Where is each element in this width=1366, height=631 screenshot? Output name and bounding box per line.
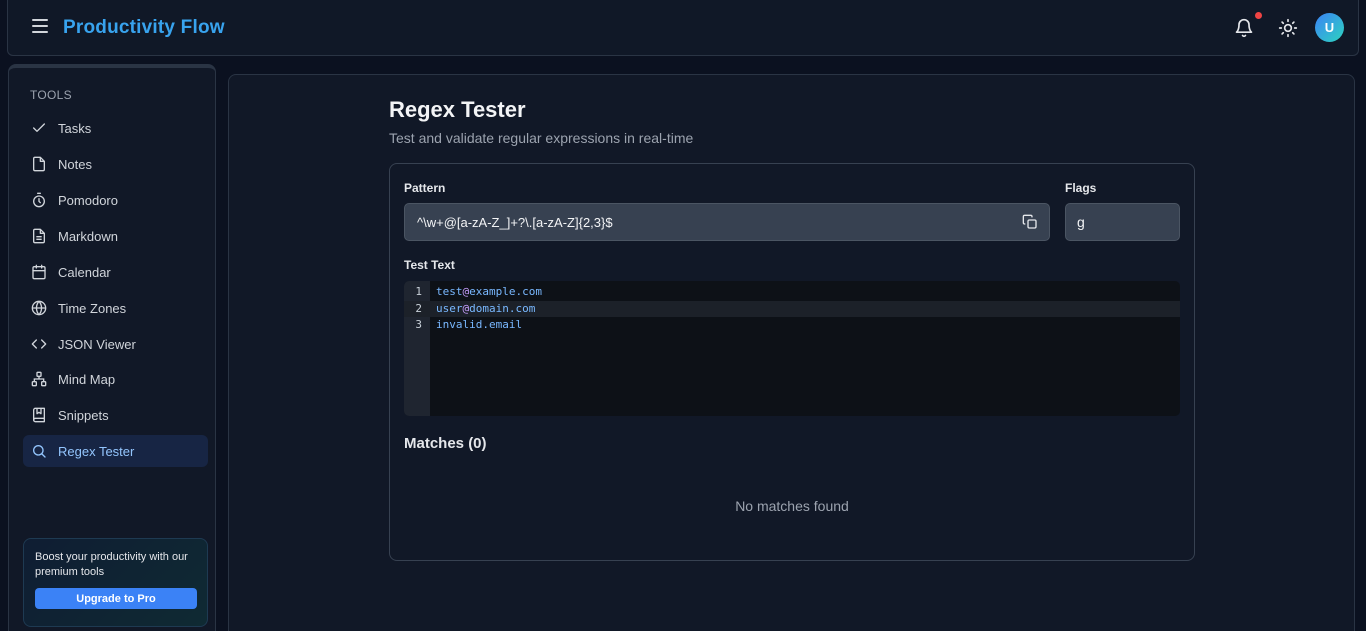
code-line: 1 test@example.com [404,284,1180,300]
flags-label: Flags [1065,181,1097,195]
regex-card: Pattern Flags Test Text 1 test@example.c… [389,163,1195,561]
flags-input[interactable] [1065,203,1180,241]
file-icon [31,156,47,172]
sidebar-item-label: Notes [58,156,92,172]
code-line: 3 invalid.email [404,317,1180,333]
page-subtitle: Test and validate regular expressions in… [389,130,694,146]
sidebar-item-label: JSON Viewer [58,336,136,352]
sidebar-item-notes[interactable]: Notes [23,148,208,180]
book-icon [31,407,47,423]
code-icon [31,336,47,352]
globe-icon [31,300,47,316]
app-title[interactable]: Productivity Flow [63,17,225,39]
main-panel: Regex Tester Test and validate regular e… [228,74,1355,631]
code-line-current: 2 user@domain.com [404,301,1180,317]
line-number: 2 [415,302,422,315]
calendar-icon [31,264,47,280]
no-matches-message: No matches found [735,498,849,514]
sidebar-item-markdown[interactable]: Markdown [23,220,208,252]
pattern-label: Pattern [404,181,446,195]
sidebar-item-label: Snippets [58,407,109,423]
sidebar-item-tasks[interactable]: Tasks [23,112,208,144]
sidebar-item-label: Pomodoro [58,192,118,208]
bell-icon[interactable] [1234,18,1254,38]
search-icon [31,443,47,459]
copy-icon[interactable] [1022,214,1038,230]
sidebar-item-label: Markdown [58,228,118,244]
sidebar-section-label: TOOLS [30,88,72,102]
file-text-icon [31,228,47,244]
sidebar-item-label: Calendar [58,264,111,280]
test-text-editor[interactable]: 1 test@example.com 2 user@domain.com 3 i… [404,281,1180,416]
sidebar-item-label: Mind Map [58,371,116,387]
sun-icon[interactable] [1278,18,1298,38]
sidebar-item-pomodoro[interactable]: Pomodoro [23,184,208,216]
sidebar-item-label: Time Zones [58,300,127,316]
sidebar-item-snippets[interactable]: Snippets [23,399,208,431]
sidebar-item-json-viewer[interactable]: JSON Viewer [23,328,208,360]
line-number: 1 [415,285,422,298]
sidebar-item-label: Tasks [58,120,92,136]
matches-title: Matches (0) [404,435,487,452]
line-text: invalid.email [436,318,523,331]
upgrade-button[interactable]: Upgrade to Pro [35,588,197,609]
promo-text: Boost your productivity with our premium… [35,551,188,578]
hamburger-menu-icon[interactable] [32,19,48,35]
sidebar-item-time-zones[interactable]: Time Zones [23,292,208,324]
sidebar-item-regex-tester[interactable]: Regex Tester [23,435,208,467]
timer-icon [31,192,47,208]
sidebar: TOOLS Tasks Notes Pomodoro Markdown Cale… [8,64,216,631]
line-text: user@domain.com [436,302,536,315]
test-text-label: Test Text [404,258,455,272]
avatar[interactable]: U [1315,13,1344,42]
line-text: test@example.com [436,285,542,298]
line-number: 3 [415,318,422,331]
upgrade-promo-card: Boost your productivity with our premium… [23,538,208,627]
notification-dot [1255,12,1262,19]
top-header: Productivity Flow U [7,0,1359,56]
sidebar-item-mind-map[interactable]: Mind Map [23,363,208,395]
sidebar-item-calendar[interactable]: Calendar [23,256,208,288]
network-icon [31,371,47,387]
check-icon [31,120,47,136]
page-title: Regex Tester [389,97,526,122]
sidebar-item-label: Regex Tester [58,443,135,459]
pattern-input[interactable] [404,203,1050,241]
